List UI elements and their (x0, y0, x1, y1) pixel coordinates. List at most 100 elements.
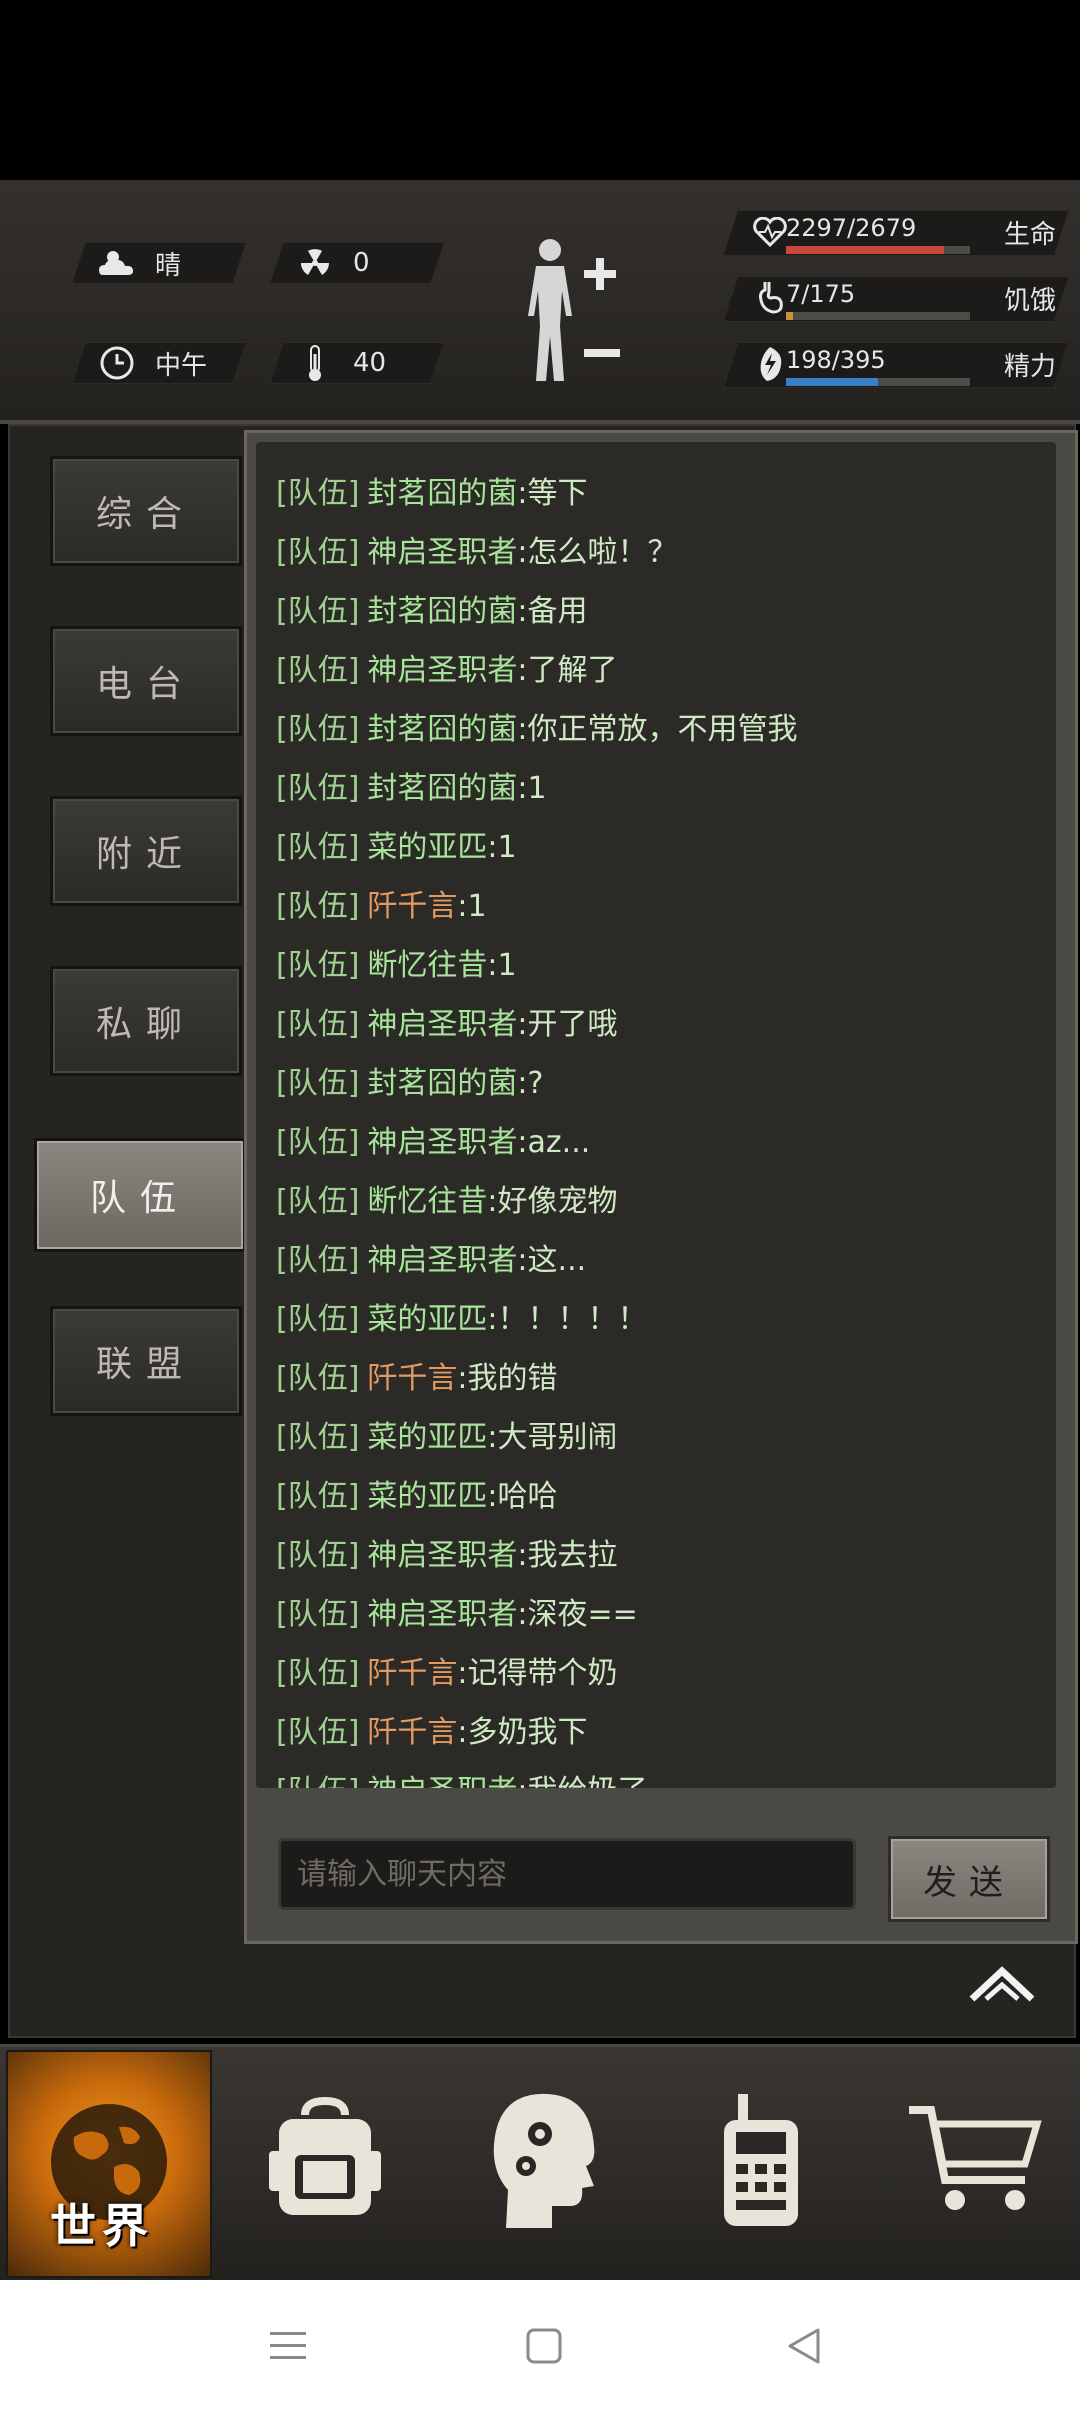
chat-message: [队伍] 神启圣职者:深夜== (276, 1589, 638, 1633)
chat-message: [队伍] 封茗囧的菌:? (276, 1058, 543, 1102)
nav-shop[interactable] (890, 2050, 1060, 2274)
back-button[interactable] (780, 2324, 828, 2372)
chat-sender-name[interactable]: 菜的亚匹 (367, 1302, 487, 1337)
chat-channel-tag: [队伍] (276, 1302, 360, 1337)
chat-message: [队伍] 阡千言:多奶我下 (276, 1707, 588, 1751)
chat-channel-tag: [队伍] (276, 1184, 360, 1219)
time-label: 中午 (155, 350, 208, 381)
collapse-button[interactable] (964, 1960, 1040, 2010)
tab-alliance-label: 联盟 (95, 1344, 196, 1385)
clock-icon (97, 343, 137, 383)
chat-message: [队伍] 神启圣职者:这... (276, 1235, 586, 1279)
chat-message-text: :1 (457, 889, 487, 924)
chat-message: [队伍] 神启圣职者:az... (276, 1117, 590, 1161)
chat-sender-name[interactable]: 菜的亚匹 (367, 830, 487, 865)
menu-button[interactable] (264, 2324, 312, 2372)
chat-channel-tag: [队伍] (276, 1774, 359, 1788)
tab-nearby[interactable]: 附近 (50, 796, 242, 906)
chat-sender-name[interactable]: 阡千言 (367, 1361, 457, 1396)
chat-message-text: :我给奶了 (517, 1774, 647, 1788)
minus-icon (584, 344, 620, 363)
chat-sender-name[interactable]: 神启圣职者 (367, 1538, 517, 1573)
shopping-cart-icon (905, 2100, 1045, 2224)
health-bar-fill (786, 246, 944, 254)
tab-alliance[interactable]: 联盟 (50, 1306, 242, 1416)
heart-icon (750, 212, 790, 252)
chat-sender-name[interactable]: 断忆往昔 (367, 948, 487, 983)
chat-channel-tag: [队伍] (276, 653, 360, 688)
chat-sender-name[interactable]: 神启圣职者 (367, 535, 517, 570)
chat-message-text: :哈哈 (487, 1479, 558, 1514)
send-button-label: 发送 (923, 1862, 1015, 1903)
chat-sender-name[interactable]: 封茗囧的菌 (367, 476, 517, 511)
chat-message-text: :记得带个奶 (457, 1656, 618, 1691)
chat-log[interactable]: [队伍] 封茗囧的菌:等下 [队伍] 神启圣职者:怎么啦！？ [队伍] 封茗囧的菌:备用[… (256, 442, 1056, 1788)
chat-channel-tag: [队伍] (276, 1361, 360, 1396)
chat-channel-tag: [队伍] (276, 948, 360, 983)
chat-sender-name[interactable]: 神启圣职者 (367, 1125, 517, 1160)
nav-skills[interactable] (460, 2050, 630, 2274)
hunger-label: 饥饿 (1003, 286, 1056, 316)
chat-sender-name[interactable]: 封茗囧的菌 (367, 712, 517, 747)
chat-sender-name[interactable]: 神启圣职者 (367, 1774, 517, 1788)
chat-message-text: :az... (517, 1125, 591, 1160)
chat-channel-tag: [队伍] (276, 1597, 360, 1632)
chat-message-text: :怎么啦！？ (517, 535, 678, 570)
chat-sender-name[interactable]: 封茗囧的菌 (367, 594, 517, 629)
chat-sender-name[interactable]: 阡千言 (367, 889, 457, 924)
weather-cloud-sun-icon (97, 243, 137, 283)
chat-sender-name[interactable]: 菜的亚匹 (367, 1420, 487, 1455)
home-button[interactable] (520, 2324, 568, 2372)
thermometer-icon (295, 343, 335, 383)
tab-team[interactable]: 队伍 (34, 1138, 246, 1252)
radiation-icon (295, 243, 335, 283)
chat-message-text: :1 (517, 771, 547, 806)
chat-sender-name[interactable]: 阡千言 (367, 1715, 457, 1750)
chat-input[interactable] (278, 1838, 856, 1910)
chat-sender-name[interactable]: 神启圣职者 (367, 653, 517, 688)
human-figure-icon (520, 236, 580, 390)
chat-message: [队伍] 神启圣职者:我去拉 (276, 1530, 618, 1574)
chat-message: [队伍] 封茗囧的菌:备用 (276, 586, 588, 630)
health-stat: 2297/2679 生命 (730, 210, 1060, 254)
chat-message-text: :深夜== (517, 1597, 638, 1632)
chat-sender-name[interactable]: 阡千言 (367, 1656, 457, 1691)
time-pill: 中午 (71, 342, 247, 384)
chat-sender-name[interactable]: 封茗囧的菌 (367, 771, 517, 806)
chat-message: [队伍] 神启圣职者:开了哦 (276, 999, 618, 1043)
chat-message-text: :了解了 (517, 653, 618, 688)
chat-message-text: :我去拉 (517, 1538, 618, 1573)
chat-message-text: :1 (487, 948, 517, 983)
chat-sender-name[interactable]: 神启圣职者 (367, 1243, 517, 1278)
chat-sender-name[interactable]: 神启圣职者 (367, 1597, 517, 1632)
chat-sender-name[interactable]: 神启圣职者 (367, 1007, 517, 1042)
plus-icon (582, 256, 618, 296)
chat-message-text: :等下 (517, 476, 588, 511)
chat-message: [队伍] 断忆往昔:好像宠物 (276, 1176, 618, 1220)
chat-channel-tag: [队伍] (276, 712, 360, 747)
tab-private[interactable]: 私聊 (50, 966, 242, 1076)
chat-message-text: :！！！！！ (487, 1302, 648, 1337)
nav-radio[interactable] (676, 2050, 846, 2274)
chat-sender-name[interactable]: 菜的亚匹 (367, 1479, 487, 1514)
energy-value: 198/395 (786, 346, 886, 374)
chat-sender-name[interactable]: 断忆往昔 (367, 1184, 487, 1219)
chat-channel-tag: [队伍] (276, 535, 360, 570)
chat-channel-tag: [队伍] (276, 830, 360, 865)
tab-general[interactable]: 综合 (50, 456, 242, 566)
chat-sender-name[interactable]: 封茗囧的菌 (367, 1066, 517, 1101)
chat-channel-tag: [队伍] (276, 1656, 360, 1691)
chat-message-text: :1 (487, 830, 517, 865)
chat-message: [队伍] 断忆往昔:1 (276, 940, 517, 984)
chat-message-text: :备用 (517, 594, 588, 629)
nav-backpack[interactable] (240, 2050, 410, 2274)
chat-channel-tag: [队伍] (276, 594, 360, 629)
send-button[interactable]: 发送 (888, 1836, 1050, 1922)
chat-message-text: :多奶我下 (457, 1715, 588, 1750)
menu-icon (268, 2328, 308, 2368)
weather-pill: 晴 (71, 242, 247, 284)
walkie-talkie-icon (716, 2090, 806, 2234)
double-chevron-up-icon (966, 1963, 1038, 2007)
tab-radio[interactable]: 电台 (50, 626, 242, 736)
body-status-button[interactable] (520, 236, 620, 390)
